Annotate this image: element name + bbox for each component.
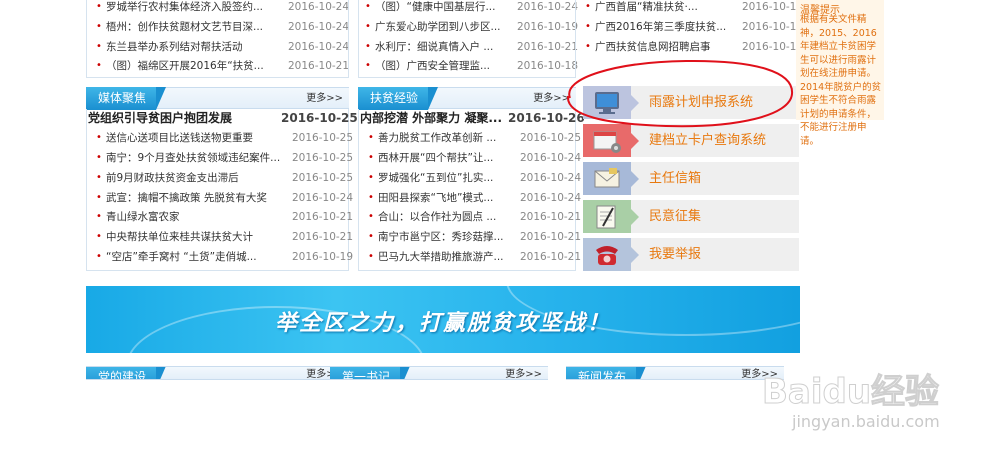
media-section-tab[interactable]: 媒体聚焦 [86,87,167,110]
watermark-brand: Baidu经验 [761,372,940,413]
list-item[interactable]: • 田阳县探索“飞地”模式... 2016-10-24 [368,188,581,208]
top-news-list-3: • 广西首届“精准扶贫·... 2016-10-17 • 广西2016年第三季度扶贫.… [585,0,803,60]
telephone-icon [583,238,631,271]
first-secretary-more-link[interactable]: 更多>> [505,367,542,379]
arrow-decor [631,133,639,149]
arrow-decor [631,171,639,187]
tip-body: 根据有关文件精神，2015、2016年建档立卡贫困学生可以进行雨露计划在线注册申… [800,14,882,147]
first-secretary-tab[interactable]: 第一书记 [330,367,411,379]
list-item[interactable]: • 广西2016年第三季度扶贫... 2016-10-12 [585,17,803,37]
service-label: 我要举报 [649,247,702,262]
news-release-section-header: 新闻发布 更多>> [566,366,784,380]
list-item[interactable]: • 送信心送项目比送钱送物更重要 2016-10-25 [96,128,353,148]
experience-section-header: 扶贫经验 更多>> [358,87,576,110]
news-release-tab[interactable]: 新闻发布 [566,367,647,379]
top-panel-border-2 [358,0,576,78]
party-building-tab[interactable]: 党的建设 [86,367,167,379]
top-panel-border-1 [86,0,349,78]
tip-box: 温馨提示 根据有关文件精神，2015、2016年建档立卡贫困学生可以进行雨露计划… [796,0,884,147]
list-item[interactable]: • 南宁市邕宁区：秀珍菇撑... 2016-10-21 [368,227,581,247]
list-item[interactable]: • 西林开展“四个帮扶”让... 2016-10-24 [368,148,581,168]
arrow-decor [631,247,639,263]
experience-news-list: 内部挖潜 外部聚力 凝聚... 2016-10-26 • 善力脱贫工作改革创新 ..… [360,110,585,270]
annotation-ellipse [566,59,794,128]
first-secretary-section-header: 第一书记 更多>> [330,366,548,380]
service-label: 主任信箱 [649,171,702,186]
list-item[interactable]: • 前9月财政扶贫资金支出滞后 2016-10-25 [96,168,353,188]
list-item[interactable]: • 善力脱贫工作改革创新 ... 2016-10-25 [368,128,581,148]
list-item[interactable]: • 南宁：9个月查处扶贫领域违纪案件... 2016-10-25 [96,148,353,168]
list-item[interactable]: • 广西扶贫信息网招聘启事 2016-10-11 [585,37,803,57]
service-label: 民意征集 [649,209,702,224]
list-item[interactable]: • “空店”牵手窝村 “土货”走俏城... 2016-10-19 [96,247,353,267]
notepad-icon [583,200,631,233]
envelope-icon [583,162,631,195]
media-section-header: 媒体聚焦 更多>> [86,87,349,110]
list-item[interactable]: • 武宣：擒帽不擒政策 先脱贫有大奖 2016-10-24 [96,188,353,208]
list-item[interactable]: • 罗城强化“五到位”扎实... 2016-10-24 [368,168,581,188]
list-item[interactable]: • 巴马九大举措助推旅游产... 2016-10-21 [368,247,581,267]
list-item[interactable]: • 广西首届“精准扶贫·... 2016-10-17 [585,0,803,17]
banner-slogan: 举全区之力，打赢脱贫攻坚战！ [274,311,611,336]
service-button-report[interactable]: 我要举报 [583,238,799,271]
experience-section-tab[interactable]: 扶贫经验 [358,87,439,110]
lead-item[interactable]: 内部挖潜 外部聚力 凝聚... 2016-10-26 [360,108,585,128]
service-button-director-mailbox[interactable]: 主任信箱 [583,162,799,195]
arrow-decor [631,209,639,225]
party-building-section-header: 党的建设 更多>> [86,366,349,380]
media-more-link[interactable]: 更多>> [306,88,343,110]
watermark-url: jingyan.baidu.com [792,412,940,431]
list-item[interactable]: • 合山：以合作社为圆点 ... 2016-10-21 [368,207,581,227]
media-news-list: 党组织引导贫困户抱团发展 2016-10-25 • 送信心送项目比送钱送物更重要 20… [88,110,358,270]
slogan-banner[interactable]: 举全区之力，打赢脱贫攻坚战！ [86,286,800,353]
list-item[interactable]: • 青山绿水富农家 2016-10-21 [96,207,353,227]
lead-item[interactable]: 党组织引导贫困户抱团发展 2016-10-25 [88,108,358,128]
baidu-watermark: Baidu经验 jingyan.baidu.com [761,358,972,448]
list-item[interactable]: • 中央帮扶单位来桂共谋扶贫大计 2016-10-21 [96,227,353,247]
service-button-opinion-collection[interactable]: 民意征集 [583,200,799,233]
